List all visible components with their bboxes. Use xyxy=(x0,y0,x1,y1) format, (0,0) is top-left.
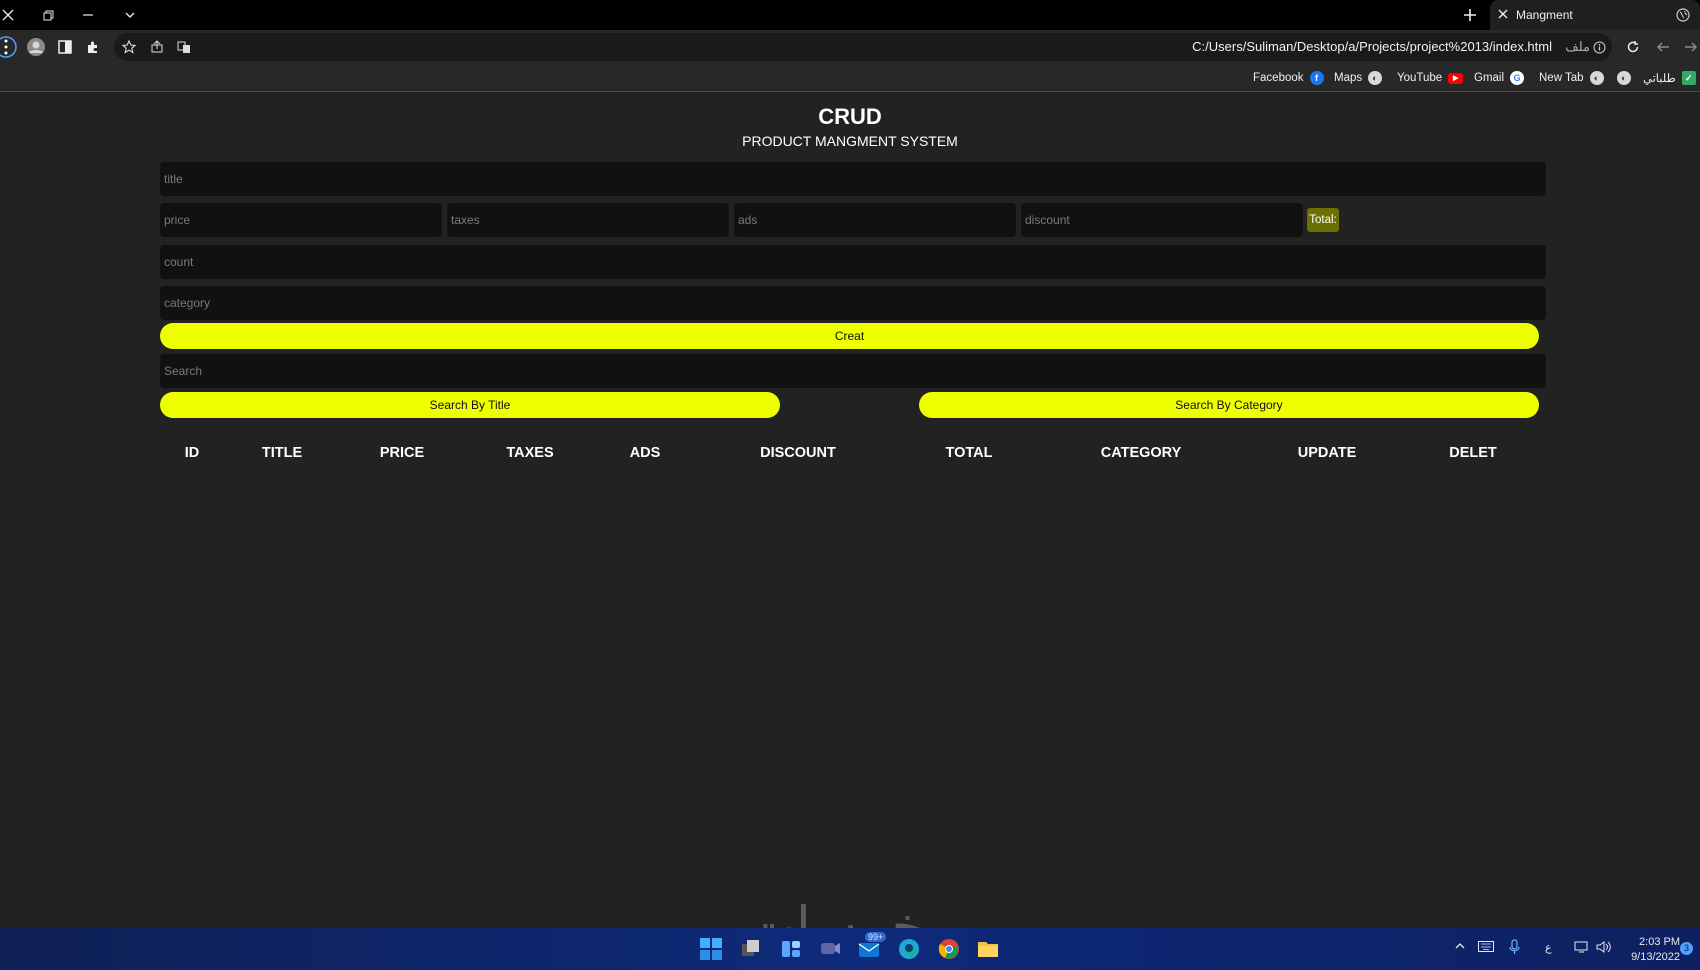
clock-time[interactable]: 2:03 PM xyxy=(1630,936,1680,948)
edge-icon[interactable] xyxy=(896,936,922,962)
taxes-input[interactable] xyxy=(447,203,729,237)
show-hidden-icons-chevron-icon[interactable] xyxy=(1454,940,1466,955)
bookmark-star-icon[interactable] xyxy=(118,33,140,61)
volume-icon[interactable] xyxy=(1596,940,1612,957)
count-input[interactable] xyxy=(160,245,1546,279)
header-title: TITLE xyxy=(261,445,303,461)
bookmark-label: Gmail xyxy=(1474,72,1505,84)
new-tab-icon[interactable] xyxy=(1450,0,1490,30)
header-price: PRICE xyxy=(379,445,425,461)
price-input[interactable] xyxy=(160,203,442,237)
header-category: CATEGORY xyxy=(1100,445,1182,461)
bookmark-youtube[interactable]: YouTube ▶ xyxy=(1397,64,1464,92)
reload-icon[interactable] xyxy=(1622,33,1644,61)
mail-icon[interactable]: 99+ xyxy=(856,932,887,962)
file-explorer-icon[interactable] xyxy=(975,936,1001,962)
bookmark-my-orders[interactable]: ◐ طلباتي ✓ xyxy=(1617,64,1696,92)
google-icon: G xyxy=(1510,71,1525,85)
keyboard-icon[interactable] xyxy=(1478,941,1494,955)
side-panel-icon[interactable] xyxy=(54,33,76,61)
header-total: TOTAL xyxy=(945,445,993,461)
clock-date[interactable]: 9/13/2022 xyxy=(1618,951,1680,963)
bookmark-label: Maps xyxy=(1334,72,1363,84)
bookmark-new-tab[interactable]: New Tab ◐ xyxy=(1539,64,1604,92)
teams-chat-icon[interactable] xyxy=(817,936,843,962)
address-url[interactable]: C:/Users/Suliman/Desktop/a/Projects/proj… xyxy=(1192,33,1552,61)
title-input[interactable] xyxy=(160,162,1546,196)
address-file-label: ملف xyxy=(1565,39,1590,54)
bookmark-label: Facebook xyxy=(1253,72,1304,84)
total-badge: Total: xyxy=(1307,208,1339,232)
chrome-menu-icon[interactable] xyxy=(0,33,20,61)
share-icon[interactable] xyxy=(146,33,168,61)
close-window-icon[interactable] xyxy=(0,0,28,30)
start-windows-icon[interactable] xyxy=(698,936,724,962)
bookmark-maps[interactable]: Maps ◐ xyxy=(1334,64,1383,92)
create-button[interactable]: Creat xyxy=(160,323,1539,349)
minimize-window-icon[interactable] xyxy=(68,0,108,30)
microphone-icon[interactable] xyxy=(1509,939,1520,958)
search-by-title-button[interactable]: Search By Title xyxy=(160,392,780,418)
browser-toolbar: C:/Users/Suliman/Desktop/a/Projects/proj… xyxy=(0,30,1700,64)
globe-icon: ◐ xyxy=(1368,71,1383,85)
taskbar: 99+ ع 2:03 PM 9/13/2022 3 xyxy=(0,928,1700,970)
facebook-icon: f xyxy=(1309,71,1324,85)
app-title: CRUD xyxy=(818,104,882,129)
category-input[interactable] xyxy=(160,286,1546,320)
tab-search-chevron-icon[interactable] xyxy=(110,0,150,30)
mail-badge: 99+ xyxy=(865,932,887,942)
bookmark-facebook[interactable]: Facebook f xyxy=(1253,64,1324,92)
page-content: CRUD PRODUCT MANGMENT SYSTEM Total: Crea… xyxy=(0,93,1700,928)
back-arrow-icon[interactable] xyxy=(1652,33,1674,61)
network-icon[interactable] xyxy=(1574,940,1590,957)
widgets-icon[interactable] xyxy=(778,936,804,962)
tab-mangment[interactable]: Mangment xyxy=(1490,0,1700,30)
app-subtitle: PRODUCT MANGMENT SYSTEM xyxy=(742,133,958,149)
globe-icon: ◐ xyxy=(1589,71,1604,85)
address-bar[interactable]: C:/Users/Suliman/Desktop/a/Projects/proj… xyxy=(114,33,1612,61)
restore-window-icon[interactable] xyxy=(28,0,68,30)
task-view-icon[interactable] xyxy=(738,936,764,962)
globe-icon: ◐ xyxy=(1617,71,1631,85)
bookmark-label: طلباتي xyxy=(1643,73,1676,85)
chrome-taskbar-icon[interactable] xyxy=(936,936,962,962)
header-ads: ADS xyxy=(629,445,661,461)
tab-close-icon[interactable] xyxy=(1498,8,1508,22)
bookmarks-bar: Facebook f Maps ◐ YouTube ▶ Gmail G New … xyxy=(0,64,1700,92)
input-language[interactable]: ع xyxy=(1545,941,1552,954)
header-update: UPDATE xyxy=(1297,445,1357,461)
bookmark-favicon-icon: ✓ xyxy=(1681,71,1696,85)
tab-favicon-globe-icon xyxy=(1676,8,1690,25)
translate-icon[interactable] xyxy=(173,33,195,61)
profile-avatar[interactable] xyxy=(25,33,47,61)
site-info-icon[interactable] xyxy=(1588,33,1610,61)
bookmark-label: YouTube xyxy=(1397,72,1443,84)
discount-input[interactable] xyxy=(1021,203,1303,237)
bookmark-gmail[interactable]: Gmail G xyxy=(1474,64,1525,92)
header-id: ID xyxy=(184,445,200,461)
search-input[interactable] xyxy=(160,354,1546,388)
forward-arrow-icon[interactable] xyxy=(1680,33,1700,61)
header-delete: DELET xyxy=(1449,445,1497,461)
ads-input[interactable] xyxy=(734,203,1016,237)
tab-bar: Mangment xyxy=(0,0,1700,30)
header-discount: DISCOUNT xyxy=(760,445,836,461)
bookmark-label: New Tab xyxy=(1539,72,1584,84)
extensions-puzzle-icon[interactable] xyxy=(82,33,104,61)
header-taxes: TAXES xyxy=(506,445,554,461)
notification-count-badge[interactable]: 3 xyxy=(1680,942,1693,955)
youtube-icon: ▶ xyxy=(1448,72,1464,84)
tab-title: Mangment xyxy=(1516,8,1573,22)
search-by-category-button[interactable]: Search By Category xyxy=(919,392,1539,418)
